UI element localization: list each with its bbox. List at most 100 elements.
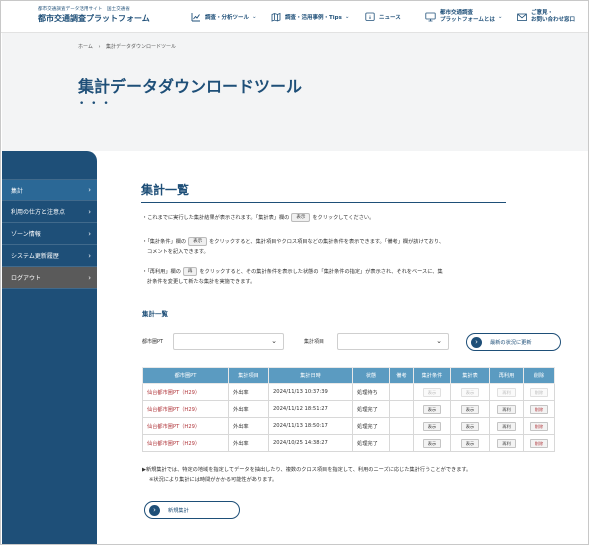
sample-show-button: 表示 (188, 237, 208, 246)
col-header: 再利用 (489, 367, 524, 384)
site-header: 都市交通調査データ活用サイト 国土交通省 都市交通調査プラットフォーム 調査・分… (1, 1, 588, 33)
nav-case-studies[interactable]: 調査・活用事例・Tips ⌄ (271, 1, 349, 33)
note-text: ・これまでに実行した集計結果が表示されます。「集計表」欄の (142, 215, 290, 221)
cell-remark[interactable] (389, 400, 414, 418)
sidebar-item-label: 利用の仕方と注意点 (11, 209, 66, 216)
chevron-right-icon: › (88, 251, 91, 260)
refresh-button-label: 最新の状況に更新 (490, 339, 532, 346)
page-title: 集計データダウンロードツール (78, 77, 303, 96)
chevron-down-icon: ⌄ (271, 337, 277, 345)
cell-delete: 削除 (523, 383, 555, 401)
cell-item: 外出率 (228, 400, 269, 418)
col-header: 削除 (523, 367, 555, 384)
cell-remark[interactable] (389, 417, 414, 435)
arrow-right-icon: › (471, 336, 482, 348)
show-conditions-button[interactable]: 表示 (422, 404, 442, 414)
reuse-button[interactable]: 再利 (497, 438, 516, 448)
section-title: 集計一覧 (141, 183, 190, 197)
info-icon (365, 12, 375, 21)
cell-cond: 表示 (413, 434, 451, 452)
table-row: 仙台都市圏PT（H29） 外出率 2024/11/13 18:50:17 処理完… (142, 417, 555, 435)
col-header: 備考 (389, 367, 414, 384)
chevron-down-icon: ⌄ (344, 14, 350, 20)
sidebar-item-zone-info[interactable]: ゾーン情報 › (2, 223, 97, 245)
sample-show-button: 表示 (291, 213, 311, 222)
show-table-button[interactable]: 表示 (460, 421, 480, 431)
show-table-button[interactable]: 表示 (460, 404, 480, 414)
sidebar-item-usage[interactable]: 利用の仕方と注意点 › (2, 201, 97, 223)
cell-delete: 削除 (523, 400, 555, 418)
sidebar-item-aggregate[interactable]: 集計 › (2, 179, 97, 201)
page-hero: ホーム › 集計データダウンロードツール 集計データダウンロードツール • • … (2, 33, 588, 151)
nav-label: 調査・分析ツール (205, 15, 250, 21)
cell-remark[interactable] (389, 383, 414, 401)
nav-about-platform[interactable]: 都市交通調査 プラットフォームとは ⌄ (425, 1, 502, 33)
cell-date: 2024/11/12 18:51:27 (268, 400, 353, 418)
cell-remark[interactable] (389, 434, 414, 452)
note-text: 計条件を変更して新たな集計を実施できます。 (147, 279, 256, 285)
cell-city[interactable]: 仙台都市圏PT（H29） (142, 434, 229, 452)
breadcrumb-current: 集計データダウンロードツール (106, 44, 177, 50)
cell-table: 表示 (450, 400, 490, 418)
refresh-button[interactable]: › 最新の状況に更新 (466, 333, 561, 351)
nav-label-line2: お問い合わせ窓口 (531, 17, 576, 23)
cell-date: 2024/11/13 18:50:17 (268, 417, 353, 435)
show-table-button: 表示 (460, 387, 480, 397)
delete-button[interactable]: 削除 (529, 438, 549, 448)
city-select[interactable]: ⌄ (173, 333, 284, 350)
cell-delete: 削除 (523, 417, 555, 435)
sidebar: 集計 › 利用の仕方と注意点 › ゾーン情報 › システム更新履歴 › ログアウ… (2, 151, 97, 544)
breadcrumb-home[interactable]: ホーム (78, 44, 93, 50)
cell-status: 処理完了 (352, 400, 390, 418)
cell-city[interactable]: 仙台都市圏PT（H29） (142, 400, 229, 418)
page-frame: 都市交通調査データ活用サイト 国土交通省 都市交通調査プラットフォーム 調査・分… (0, 0, 589, 545)
footnote-line: ※状況により集計には時間がかかる可能性があります。 (149, 477, 278, 483)
col-header: 集計表 (450, 367, 490, 384)
cell-item: 外出率 (228, 383, 269, 401)
note-1: ・これまでに実行した集計結果が表示されます。「集計表」欄の 表示 をクリックしてくだ… (142, 213, 374, 223)
delete-button[interactable]: 削除 (529, 421, 549, 431)
logo-title: 都市交通調査プラットフォーム (38, 14, 150, 23)
reuse-button: 再利 (497, 387, 516, 397)
nav-analysis-tools[interactable]: 調査・分析ツール ⌄ (191, 1, 257, 33)
monitor-icon (425, 12, 436, 22)
item-select[interactable]: ⌄ (337, 333, 449, 350)
breadcrumb-separator: › (98, 44, 101, 50)
reuse-button[interactable]: 再利 (497, 421, 516, 431)
cell-city[interactable]: 仙台都市圏PT（H29） (142, 417, 229, 435)
sidebar-item-label: 集計 (11, 187, 24, 195)
cell-reuse: 再利 (489, 400, 524, 418)
cell-city[interactable]: 仙台都市圏PT（H29） (142, 383, 229, 401)
show-conditions-button[interactable]: 表示 (422, 438, 442, 448)
sidebar-item-label: ゾーン情報 (11, 231, 41, 238)
nav-news[interactable]: ニュース (365, 1, 401, 33)
nav-contact[interactable]: ご意見・ お問い合わせ窓口 (517, 1, 575, 33)
site-logo[interactable]: 都市交通調査データ活用サイト 国土交通省 都市交通調査プラットフォーム (38, 6, 150, 24)
reuse-button[interactable]: 再利 (497, 404, 516, 414)
chevron-right-icon: › (88, 207, 91, 216)
nav-label-line2: プラットフォームとは (440, 17, 495, 23)
show-conditions-button[interactable]: 表示 (422, 421, 442, 431)
cell-cond: 表示 (413, 383, 451, 401)
note-text: ・「集計条件」欄の (142, 239, 187, 245)
table-row: 仙台都市圏PT（H29） 外出率 2024/11/12 18:51:27 処理完… (142, 400, 555, 418)
cell-item: 外出率 (228, 417, 269, 435)
sidebar-item-logout[interactable]: ログアウト › (2, 267, 97, 289)
cell-status: 処理完了 (352, 417, 390, 435)
breadcrumb: ホーム › 集計データダウンロードツール (78, 43, 176, 50)
title-dots: • • • (79, 99, 111, 109)
arrow-right-icon: › (149, 504, 160, 516)
chevron-right-icon: › (88, 229, 91, 238)
sidebar-item-update-history[interactable]: システム更新履歴 › (2, 245, 97, 267)
logo-subtitle: 都市交通調査データ活用サイト 国土交通省 (38, 7, 130, 12)
cell-reuse: 再利 (489, 434, 524, 452)
chevron-right-icon: › (88, 186, 91, 194)
show-table-button[interactable]: 表示 (460, 438, 480, 448)
cell-date: 2024/10/25 14:38:27 (268, 434, 353, 452)
delete-button[interactable]: 削除 (529, 404, 549, 414)
cell-status: 処理完了 (352, 434, 390, 452)
nav-label-line1: ご意見・ (531, 10, 554, 16)
new-aggregate-button[interactable]: › 新規集計 (144, 501, 240, 519)
col-header: 集計日時 (268, 367, 353, 384)
city-filter-label: 都市圏PT (142, 339, 164, 345)
